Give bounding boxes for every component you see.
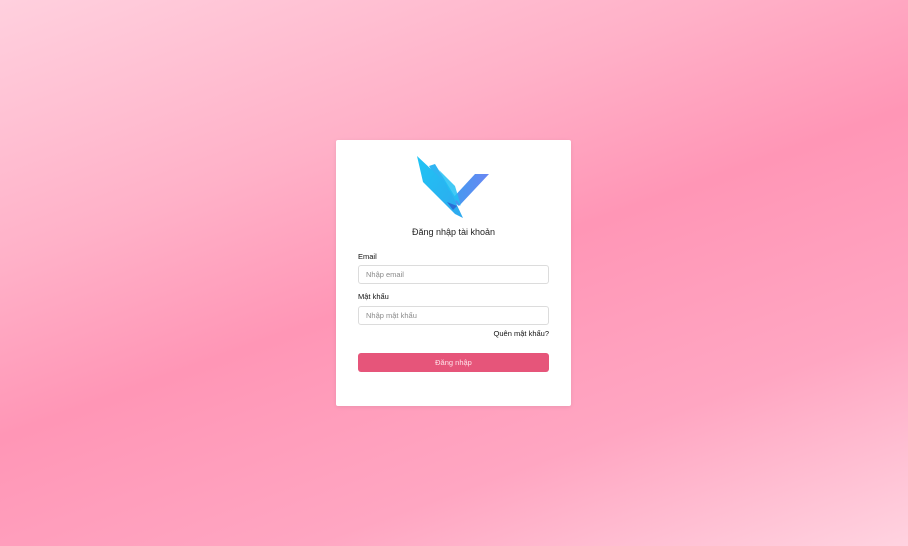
password-label: Mật khẩu [358,292,389,301]
page-title: Đăng nhập tài khoản [411,227,496,237]
login-button[interactable]: Đăng nhập [358,353,549,372]
forgot-password-link[interactable]: Quên mật khẩu? [494,329,549,338]
app-logo-icon [417,156,489,218]
email-field[interactable] [358,265,549,284]
login-card: Đăng nhập tài khoản Email Mật khẩu Quên … [336,140,571,406]
email-label: Email [358,252,377,261]
password-field[interactable] [358,306,549,325]
